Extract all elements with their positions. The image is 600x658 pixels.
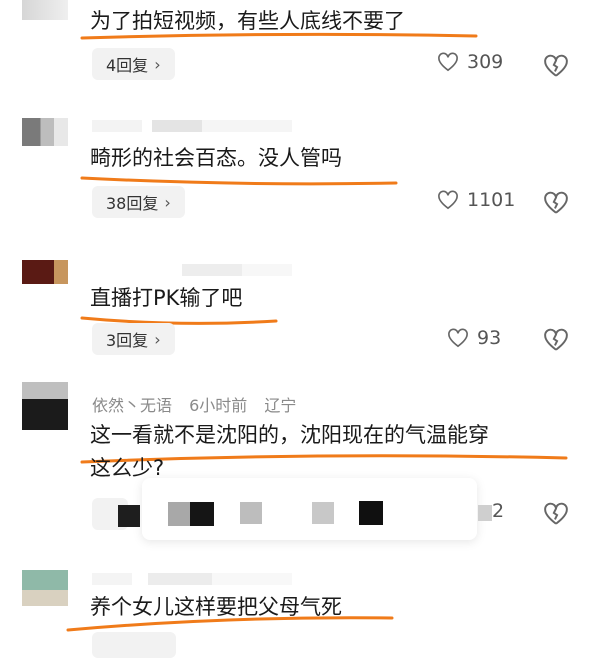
- author-meta-blurred: [92, 573, 292, 585]
- like-button[interactable]: 309: [437, 51, 503, 73]
- view-replies-button[interactable]: 3回复 ›: [92, 323, 175, 355]
- pixel-block: [240, 502, 262, 524]
- broken-heart-icon[interactable]: [543, 501, 569, 527]
- author-meta-blurred: [92, 120, 292, 132]
- comment-text: 畸形的社会百态。没人管吗: [90, 146, 342, 170]
- author-meta-blurred: [92, 264, 292, 276]
- like-button[interactable]: 93: [447, 327, 501, 349]
- comment-text-line1: 这一看就不是沈阳的，沈阳现在的气温能穿: [90, 423, 489, 447]
- avatar[interactable]: [22, 382, 68, 430]
- like-count: 309: [467, 51, 504, 73]
- avatar[interactable]: [22, 570, 68, 606]
- replies-count: 4回复: [106, 56, 149, 75]
- broken-heart-icon[interactable]: [543, 327, 569, 353]
- broken-heart-icon[interactable]: [543, 190, 569, 216]
- pixel-block: [168, 502, 190, 526]
- avatar[interactable]: [22, 260, 68, 284]
- location: 辽宁: [264, 396, 297, 415]
- pixel-block: [312, 502, 334, 524]
- comment-text: 直播打PK输了吧: [90, 286, 243, 310]
- replies-count: 3回复: [106, 331, 149, 350]
- comment-meta: 依然丶无语 6小时前 辽宁: [92, 392, 308, 416]
- avatar[interactable]: [22, 118, 68, 146]
- like-count: 93: [477, 327, 502, 349]
- like-count: 2: [492, 500, 505, 522]
- author-name[interactable]: 依然丶无语: [92, 396, 172, 415]
- avatar[interactable]: [22, 0, 68, 20]
- heart-outline-icon: [438, 52, 458, 72]
- broken-heart-icon[interactable]: [543, 53, 569, 79]
- pixel-block: [478, 505, 492, 521]
- replies-count: 38回复: [106, 194, 159, 213]
- chevron-right-icon: ›: [154, 54, 161, 74]
- like-button[interactable]: 2: [492, 500, 504, 522]
- highlight-underline: [80, 32, 478, 40]
- like-button[interactable]: 1101: [437, 189, 515, 211]
- timestamp: 6小时前: [189, 396, 248, 415]
- highlight-underline: [66, 616, 394, 632]
- view-replies-button[interactable]: [92, 632, 176, 658]
- pixel-block: [190, 502, 214, 526]
- view-replies-button[interactable]: 4回复 ›: [92, 48, 175, 80]
- heart-outline-icon: [438, 190, 458, 210]
- pixel-block: [118, 505, 140, 527]
- heart-outline-icon: [448, 328, 468, 348]
- chevron-right-icon: ›: [154, 329, 161, 349]
- like-count: 1101: [467, 189, 516, 211]
- view-replies-button[interactable]: 38回复 ›: [92, 186, 185, 218]
- chevron-right-icon: ›: [164, 192, 171, 212]
- pixel-block: [359, 501, 383, 525]
